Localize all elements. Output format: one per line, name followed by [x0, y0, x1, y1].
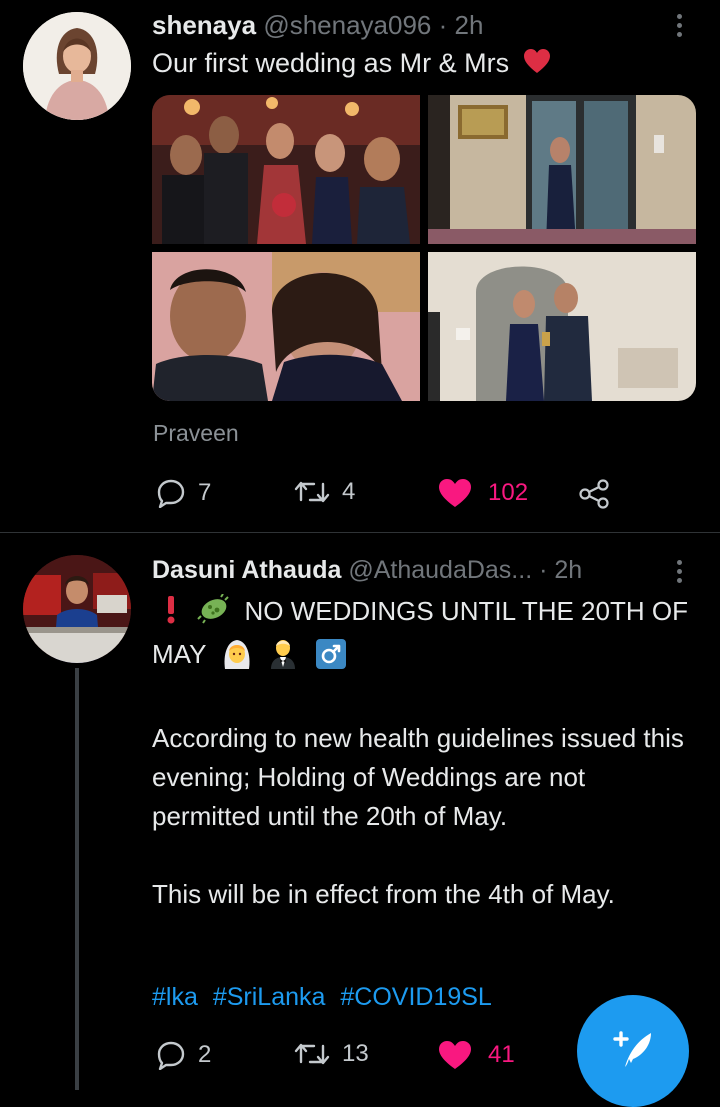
reply-icon: [156, 478, 186, 508]
retweet-count: 13: [342, 1040, 369, 1067]
display-name[interactable]: Dasuni Athauda: [152, 556, 341, 584]
tweet-1-text: Our first wedding as Mr & Mrs: [152, 48, 551, 81]
tweet-2-header: Dasuni Athauda @AthaudaDas... · 2h: [152, 556, 582, 585]
heart-icon: [438, 1040, 472, 1070]
retweet-icon: [294, 478, 330, 506]
reply-button[interactable]: 2: [156, 1040, 211, 1070]
timestamp: · 2h: [438, 10, 484, 40]
retweet-icon: [294, 1040, 330, 1068]
retweet-button[interactable]: 13: [294, 1040, 369, 1068]
tweet-2-text: NO WEDDINGS UNTIL THE 20TH OF MAY Accord…: [152, 592, 697, 914]
hashtag-lka[interactable]: #lka: [152, 983, 198, 1011]
reply-count: 2: [198, 1041, 212, 1068]
photo-group-selfie[interactable]: [152, 95, 420, 244]
photo-hotel-lobby[interactable]: [428, 95, 696, 244]
photo-couple-selfie[interactable]: [152, 252, 420, 401]
reply-icon: [156, 1040, 186, 1070]
photo-grid[interactable]: [152, 95, 696, 401]
tweet-text: Our first wedding as Mr & Mrs: [152, 48, 510, 78]
avatar-shenaya[interactable]: [23, 12, 131, 120]
like-count: 41: [488, 1041, 515, 1068]
reply-button[interactable]: 7: [156, 478, 211, 508]
hashtags: #lka #SriLanka #COVID19SL: [152, 983, 500, 1012]
more-vertical-icon[interactable]: [677, 14, 683, 41]
red-heart-emoji-icon: [523, 48, 551, 81]
male-sign-emoji-icon: [315, 639, 346, 680]
like-button[interactable]: 41: [438, 1040, 515, 1070]
display-name[interactable]: shenaya: [152, 10, 256, 40]
like-count: 102: [488, 479, 529, 506]
timestamp: · 2h: [539, 556, 583, 584]
microbe-emoji-icon: [197, 593, 231, 635]
share-icon: [578, 478, 610, 510]
exclamation-emoji-icon: [166, 596, 176, 635]
hashtag-covid19sl[interactable]: #COVID19SL: [340, 983, 491, 1011]
hashtag-srilanka[interactable]: #SriLanka: [213, 983, 326, 1011]
bride-with-veil-emoji-icon: [221, 637, 253, 680]
heart-icon: [438, 478, 472, 508]
handle[interactable]: @shenaya096: [263, 10, 431, 40]
tweet-1-actions: 7 4 102: [0, 474, 720, 514]
share-button[interactable]: [578, 478, 610, 510]
photo-mirror-selfie[interactable]: [428, 252, 696, 401]
man-in-tuxedo-emoji-icon: [268, 637, 298, 680]
more-vertical-icon[interactable]: [677, 560, 683, 587]
retweet-count: 4: [342, 478, 356, 505]
avatar-dasuni-athauda[interactable]: [23, 555, 131, 663]
tweet-paragraph-1: According to new health guidelines issue…: [152, 723, 684, 831]
tweet-headline-line: NO WEDDINGS UNTIL THE 20TH OF MAY: [152, 592, 697, 680]
retweet-button[interactable]: 4: [294, 478, 355, 506]
like-button[interactable]: 102: [438, 478, 528, 508]
tweet-1-header: shenaya @shenaya096 · 2h: [152, 10, 483, 41]
reply-count: 7: [198, 479, 212, 506]
tagged-user[interactable]: Praveen: [153, 420, 239, 447]
thread-line: [75, 668, 79, 1090]
tweet-paragraph-2: This will be in effect from the 4th of M…: [152, 879, 615, 909]
handle[interactable]: @AthaudaDas...: [348, 556, 532, 584]
compose-tweet-button[interactable]: [577, 995, 689, 1107]
